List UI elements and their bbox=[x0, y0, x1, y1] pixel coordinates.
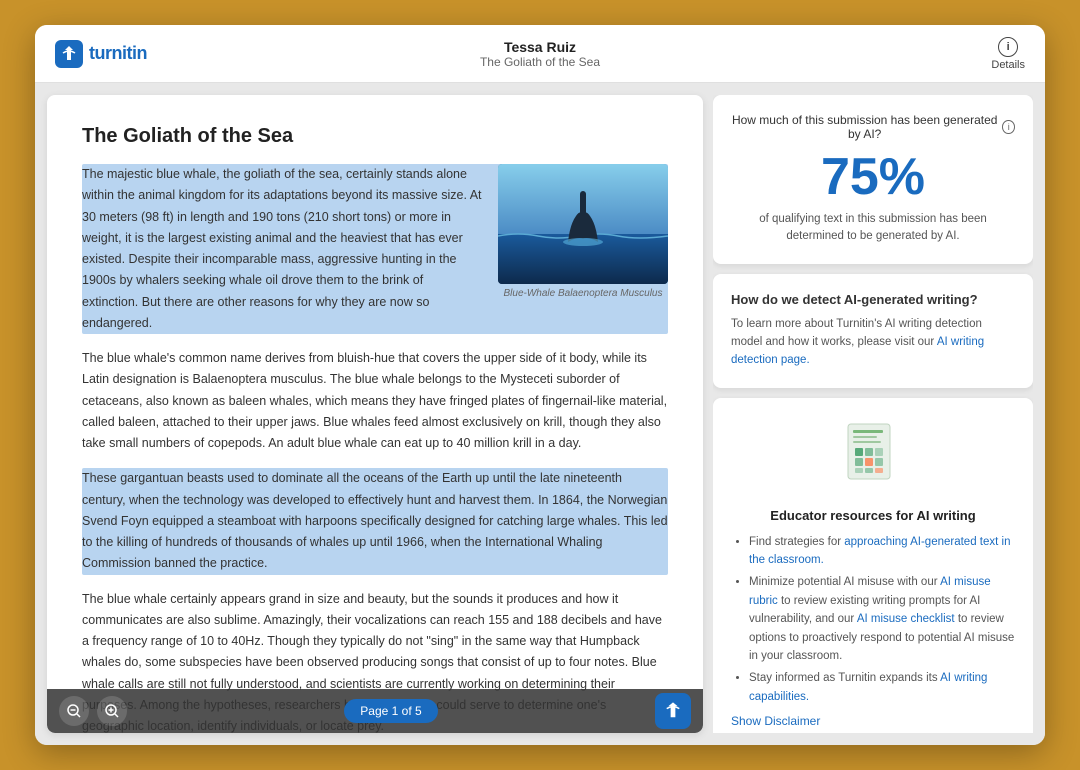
ai-card-question: How much of this submission has been gen… bbox=[731, 113, 1015, 141]
whale-image-block: Blue-Whale Balaenoptera Musculus bbox=[498, 164, 668, 299]
header-doc-title: The Goliath of the Sea bbox=[215, 55, 865, 69]
resource-item-1: Find strategies for approaching AI-gener… bbox=[749, 533, 1015, 570]
detect-card-title: How do we detect AI-generated writing? bbox=[731, 292, 1015, 307]
turnitin-btn-icon bbox=[662, 700, 684, 722]
logo-area: turnitin bbox=[55, 40, 215, 68]
logo-text: turnitin bbox=[89, 43, 147, 64]
info-icon: i bbox=[998, 37, 1018, 57]
resource-card-title: Educator resources for AI writing bbox=[731, 508, 1015, 523]
resource-card: Educator resources for AI writing Find s… bbox=[713, 398, 1033, 733]
details-button[interactable]: i Details bbox=[991, 37, 1025, 71]
first-para-block: Blue-Whale Balaenoptera Musculus The maj… bbox=[82, 164, 668, 334]
show-disclaimer-link[interactable]: Show Disclaimer bbox=[731, 714, 1015, 728]
detect-card: How do we detect AI-generated writing? T… bbox=[713, 274, 1033, 388]
header-center: Tessa Ruiz The Goliath of the Sea bbox=[215, 39, 865, 69]
resource-illustration bbox=[833, 416, 913, 496]
misuse-checklist-link[interactable]: AI misuse checklist bbox=[857, 613, 955, 625]
zoom-out-icon bbox=[67, 704, 81, 718]
doc-footer-bar: Page 1 of 5 bbox=[47, 689, 703, 733]
zoom-in-icon bbox=[105, 704, 119, 718]
zoom-out-button[interactable] bbox=[59, 696, 89, 726]
doc-title: The Goliath of the Sea bbox=[82, 125, 668, 148]
doc-panel: The Goliath of the Sea bbox=[47, 95, 703, 733]
paragraph-3: These gargantuan beasts used to dominate… bbox=[82, 468, 668, 574]
ai-info-icon[interactable]: i bbox=[1002, 120, 1015, 134]
ai-percentage: 75% bbox=[731, 151, 1015, 203]
details-label: Details bbox=[991, 59, 1025, 71]
whale-image bbox=[498, 164, 668, 284]
app-window: turnitin Tessa Ruiz The Goliath of the S… bbox=[35, 25, 1045, 745]
image-caption: Blue-Whale Balaenoptera Musculus bbox=[498, 288, 668, 299]
resource-image-area bbox=[731, 416, 1015, 496]
page-indicator: Page 1 of 5 bbox=[135, 699, 647, 723]
paragraph-2: The blue whale's common name derives fro… bbox=[82, 348, 668, 454]
resource-item-3: Stay informed as Turnitin expands its AI… bbox=[749, 669, 1015, 706]
resource-list: Find strategies for approaching AI-gener… bbox=[731, 533, 1015, 707]
detect-card-text: To learn more about Turnitin's AI writin… bbox=[731, 315, 1015, 370]
header-user-name: Tessa Ruiz bbox=[215, 39, 865, 55]
turnitin-logo-icon bbox=[55, 40, 83, 68]
header: turnitin Tessa Ruiz The Goliath of the S… bbox=[35, 25, 1045, 83]
zoom-in-button[interactable] bbox=[97, 696, 127, 726]
main-content: The Goliath of the Sea bbox=[35, 83, 1045, 745]
doc-content[interactable]: The Goliath of the Sea bbox=[47, 95, 703, 733]
right-panel: How much of this submission has been gen… bbox=[713, 95, 1033, 733]
page-badge: Page 1 of 5 bbox=[344, 699, 437, 723]
resource-item-2: Minimize potential AI misuse with our AI… bbox=[749, 573, 1015, 665]
whale-illustration bbox=[498, 164, 668, 284]
ai-detection-card: How much of this submission has been gen… bbox=[713, 95, 1033, 264]
header-right: i Details bbox=[865, 37, 1025, 71]
ai-description: of qualifying text in this submission ha… bbox=[731, 211, 1015, 246]
turnitin-home-button[interactable] bbox=[655, 693, 691, 729]
